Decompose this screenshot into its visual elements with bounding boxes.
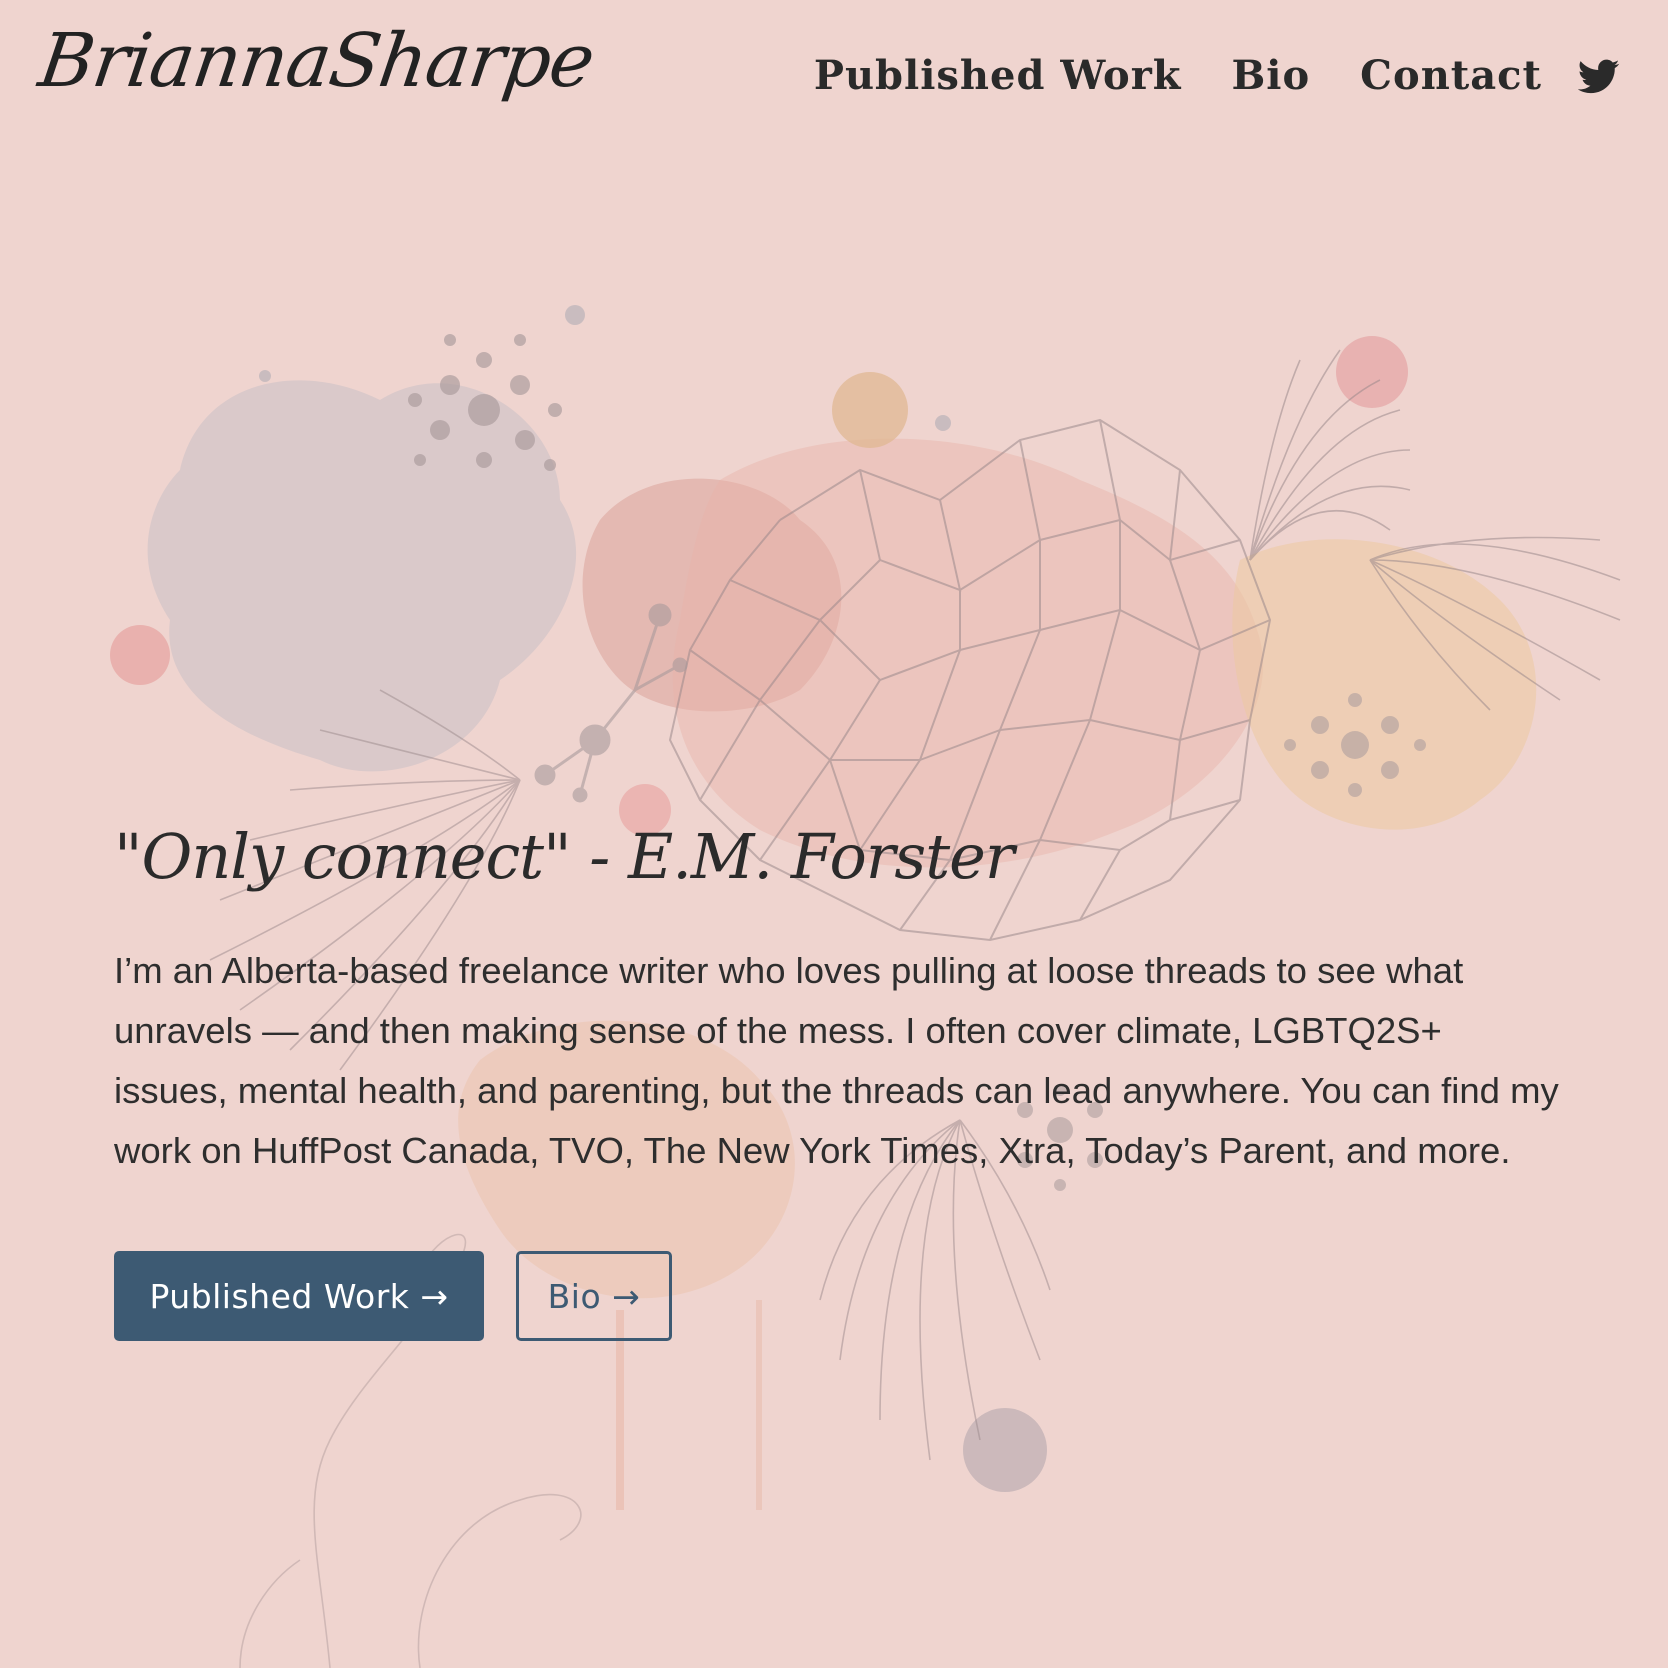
site-header: BriannaSharpe Published Work Bio Contact <box>0 0 1668 160</box>
nav-published-work[interactable]: Published Work <box>814 52 1182 99</box>
nav-bio[interactable]: Bio <box>1231 52 1310 99</box>
hero-section: "Only connect" - E.M. Forster I’m an Alb… <box>114 820 1574 1341</box>
published-work-button[interactable]: Published Work → <box>114 1251 484 1341</box>
nav-contact[interactable]: Contact <box>1360 52 1542 99</box>
bio-button[interactable]: Bio → <box>516 1251 672 1341</box>
hero-intro: I’m an Alberta-based freelance writer wh… <box>114 950 1559 1171</box>
hero-buttons: Published Work → Bio → <box>114 1251 1574 1341</box>
hero-quote: "Only connect" - E.M. Forster <box>114 820 1015 893</box>
twitter-icon[interactable] <box>1577 58 1620 94</box>
site-logo[interactable]: BriannaSharpe <box>34 18 599 104</box>
main-nav: Published Work Bio Contact <box>814 52 1620 99</box>
